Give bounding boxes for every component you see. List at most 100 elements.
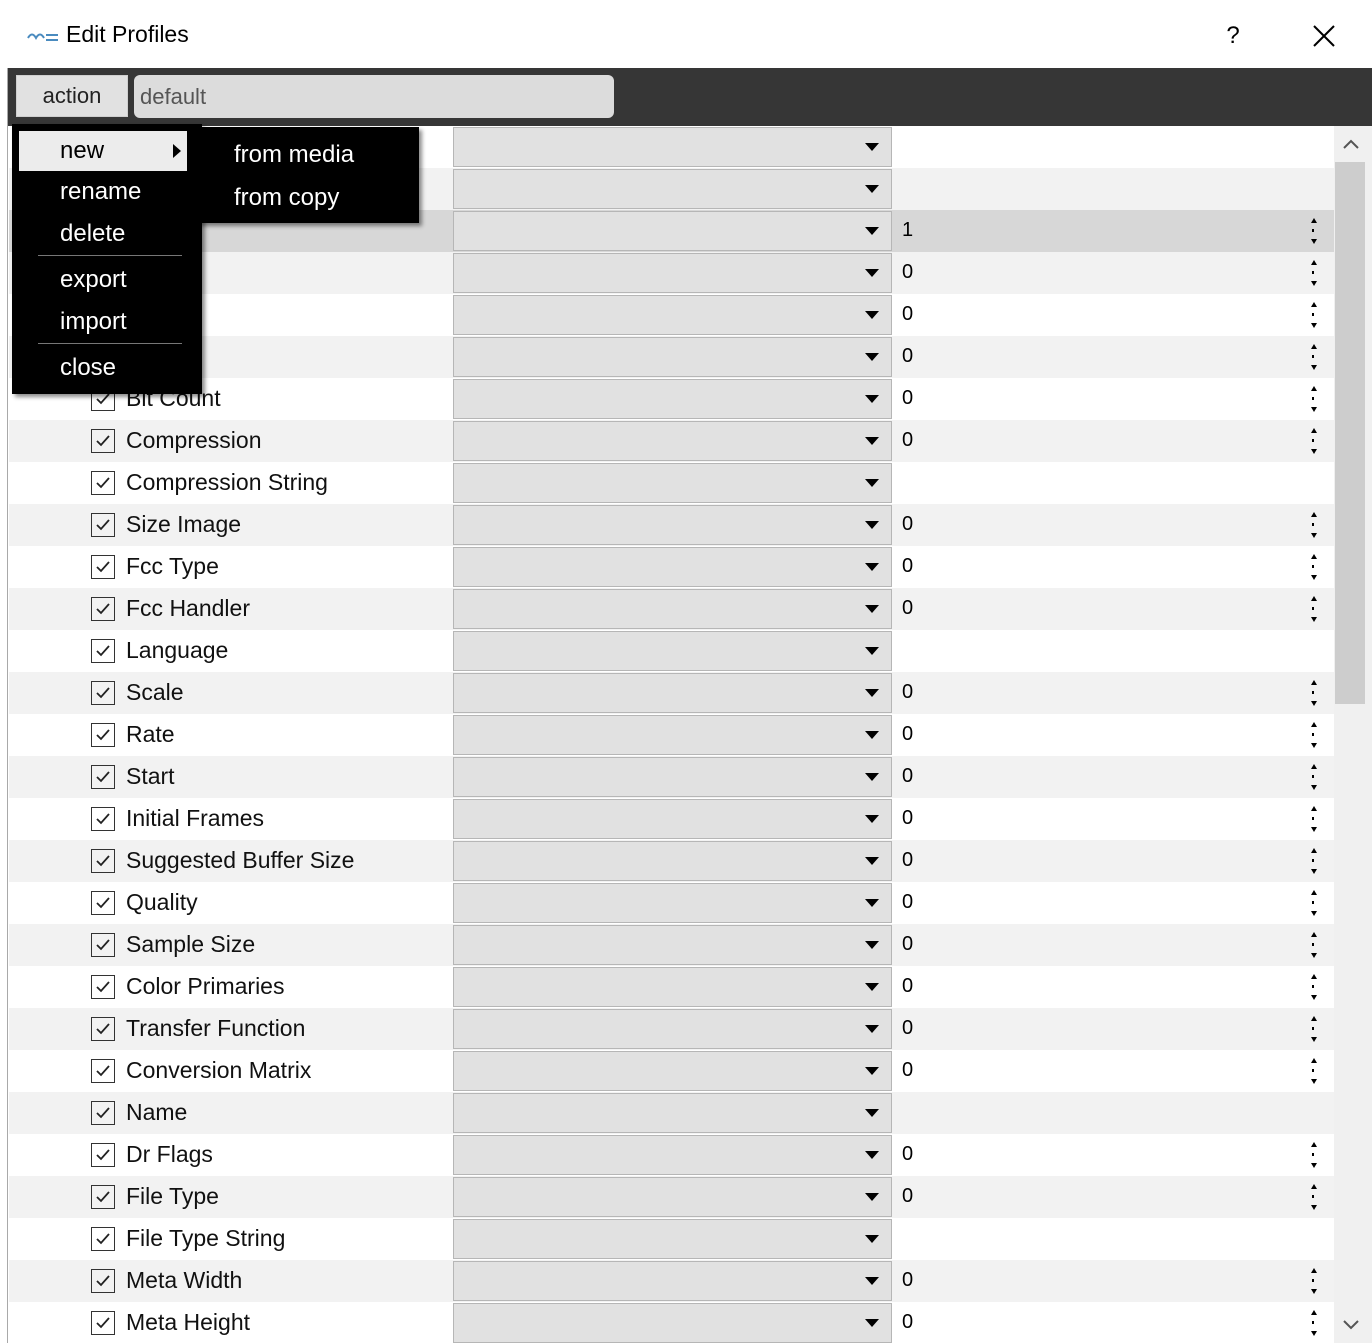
row-dropdown[interactable] <box>453 169 892 209</box>
row-dropdown[interactable] <box>453 505 892 545</box>
row-dropdown[interactable] <box>453 1177 892 1217</box>
vertical-scrollbar[interactable] <box>1334 126 1372 1343</box>
spinner-arrows-icon[interactable] <box>1307 216 1321 246</box>
row-dropdown[interactable] <box>453 715 892 755</box>
submenu-item-from-copy[interactable]: from copy <box>197 177 419 219</box>
row-checkbox[interactable] <box>91 471 115 495</box>
row-checkbox[interactable] <box>91 1017 115 1041</box>
spinner-arrows-icon[interactable] <box>1307 552 1321 582</box>
row-value-input[interactable]: 0 <box>902 723 913 746</box>
row-checkbox[interactable] <box>91 597 115 621</box>
row-checkbox[interactable] <box>91 1059 115 1083</box>
spinner-arrows-icon[interactable] <box>1307 426 1321 456</box>
spinner-arrows-icon[interactable] <box>1307 342 1321 372</box>
row-dropdown[interactable] <box>453 1135 892 1175</box>
row-value-input[interactable]: 0 <box>902 429 913 452</box>
row-value-input[interactable]: 0 <box>902 261 913 284</box>
row-dropdown[interactable] <box>453 1261 892 1301</box>
row-value-input[interactable]: 1 <box>902 219 913 242</box>
row-dropdown[interactable] <box>453 967 892 1007</box>
row-value-input[interactable]: 0 <box>902 1311 913 1334</box>
spinner-arrows-icon[interactable] <box>1307 930 1321 960</box>
scroll-thumb[interactable] <box>1335 162 1365 704</box>
row-dropdown[interactable] <box>453 253 892 293</box>
table-row[interactable]: Dr Flags 0 <box>9 1134 1334 1176</box>
row-dropdown[interactable] <box>453 379 892 419</box>
row-dropdown[interactable] <box>453 295 892 335</box>
spinner-arrows-icon[interactable] <box>1307 678 1321 708</box>
table-row[interactable]: Bit Count 0 <box>9 378 1334 420</box>
row-dropdown[interactable] <box>453 211 892 251</box>
spinner-arrows-icon[interactable] <box>1307 804 1321 834</box>
spinner-arrows-icon[interactable] <box>1307 1014 1321 1044</box>
table-row[interactable]: Meta Width 0 <box>9 1260 1334 1302</box>
row-value-input[interactable]: 0 <box>902 1269 913 1292</box>
help-button[interactable]: ? <box>1218 16 1248 56</box>
row-checkbox[interactable] <box>91 1101 115 1125</box>
row-checkbox[interactable] <box>91 765 115 789</box>
scroll-down-button[interactable] <box>1334 1307 1372 1343</box>
spinner-arrows-icon[interactable] <box>1307 888 1321 918</box>
table-row[interactable]: 0 <box>9 336 1334 378</box>
table-row[interactable]: Quality 0 <box>9 882 1334 924</box>
row-value-input[interactable]: 0 <box>902 681 913 704</box>
row-dropdown[interactable] <box>453 841 892 881</box>
spinner-arrows-icon[interactable] <box>1307 1182 1321 1212</box>
row-value-input[interactable]: 0 <box>902 933 913 956</box>
submenu-item-from-media[interactable]: from media <box>197 134 419 176</box>
menu-item-delete[interactable]: delete <box>19 214 187 254</box>
menu-item-rename[interactable]: rename <box>19 172 187 212</box>
row-value-input[interactable]: 0 <box>902 1059 913 1082</box>
row-dropdown[interactable] <box>453 673 892 713</box>
spinner-arrows-icon[interactable] <box>1307 300 1321 330</box>
row-checkbox[interactable] <box>91 1269 115 1293</box>
row-dropdown[interactable] <box>453 1093 892 1133</box>
row-value-input[interactable]: 0 <box>902 891 913 914</box>
table-row[interactable]: Rate 0 <box>9 714 1334 756</box>
row-dropdown[interactable] <box>453 463 892 503</box>
row-checkbox[interactable] <box>91 555 115 579</box>
row-checkbox[interactable] <box>91 1185 115 1209</box>
table-row[interactable]: Conversion Matrix 0 <box>9 1050 1334 1092</box>
row-value-input[interactable]: 0 <box>902 303 913 326</box>
row-value-input[interactable]: 0 <box>902 765 913 788</box>
table-row[interactable]: Transfer Function 0 <box>9 1008 1334 1050</box>
row-value-input[interactable]: 0 <box>902 597 913 620</box>
row-checkbox[interactable] <box>91 891 115 915</box>
row-dropdown[interactable] <box>453 757 892 797</box>
spinner-arrows-icon[interactable] <box>1307 510 1321 540</box>
row-checkbox[interactable] <box>91 975 115 999</box>
spinner-arrows-icon[interactable] <box>1307 762 1321 792</box>
close-button[interactable] <box>1302 16 1346 56</box>
row-dropdown[interactable] <box>453 925 892 965</box>
table-row[interactable]: 0 <box>9 252 1334 294</box>
menu-item-export[interactable]: export <box>19 260 187 300</box>
row-value-input[interactable]: 0 <box>902 555 913 578</box>
row-value-input[interactable]: 0 <box>902 807 913 830</box>
row-value-input[interactable]: 0 <box>902 513 913 536</box>
row-value-input[interactable]: 0 <box>902 975 913 998</box>
row-checkbox[interactable] <box>91 849 115 873</box>
row-checkbox[interactable] <box>91 429 115 453</box>
table-row[interactable]: Name <box>9 1092 1334 1134</box>
row-checkbox[interactable] <box>91 1143 115 1167</box>
row-dropdown[interactable] <box>453 1303 892 1343</box>
spinner-arrows-icon[interactable] <box>1307 1056 1321 1086</box>
row-value-input[interactable]: 0 <box>902 345 913 368</box>
table-row[interactable]: 0 <box>9 294 1334 336</box>
row-dropdown[interactable] <box>453 631 892 671</box>
spinner-arrows-icon[interactable] <box>1307 720 1321 750</box>
spinner-arrows-icon[interactable] <box>1307 384 1321 414</box>
table-row[interactable]: Meta Height 0 <box>9 1302 1334 1343</box>
row-dropdown[interactable] <box>453 127 892 167</box>
row-dropdown[interactable] <box>453 1009 892 1049</box>
table-row[interactable]: Size Image 0 <box>9 504 1334 546</box>
row-dropdown[interactable] <box>453 547 892 587</box>
row-dropdown[interactable] <box>453 589 892 629</box>
table-row[interactable]: Initial Frames 0 <box>9 798 1334 840</box>
table-row[interactable]: Sample Size 0 <box>9 924 1334 966</box>
table-row[interactable]: Language <box>9 630 1334 672</box>
table-row[interactable]: Fcc Type 0 <box>9 546 1334 588</box>
table-row[interactable]: Start 0 <box>9 756 1334 798</box>
row-dropdown[interactable] <box>453 883 892 923</box>
